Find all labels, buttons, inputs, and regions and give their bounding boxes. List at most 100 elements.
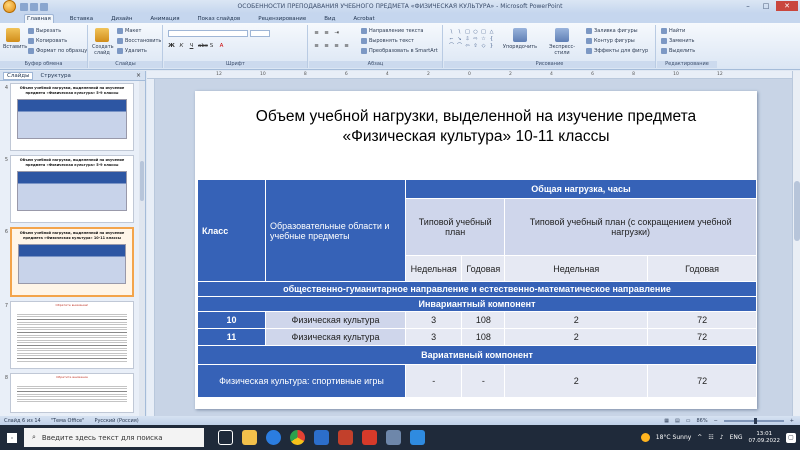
- zoom-level[interactable]: 86%: [696, 418, 707, 424]
- slide-thumbnail-4[interactable]: 4 Объем учебной нагрузки, выделенной на …: [0, 83, 140, 151]
- italic-icon[interactable]: К: [178, 43, 185, 50]
- header-class: Класс: [197, 179, 266, 282]
- slideshow-view-icon[interactable]: ▭: [686, 418, 691, 424]
- slide-counter: Слайд 6 из 14: [4, 417, 41, 424]
- slide-canvas[interactable]: Объем учебной нагрузки, выделенной на из…: [195, 91, 757, 409]
- select-button[interactable]: Выделить: [661, 48, 695, 54]
- delete-slide-button[interactable]: Удалить: [117, 48, 147, 54]
- replace-button[interactable]: Заменить: [661, 38, 695, 44]
- group-slides: Создать слайд Макет Восстановить Удалить…: [89, 25, 163, 68]
- align-left-icon[interactable]: ≡: [313, 43, 320, 50]
- align-right-icon[interactable]: ≡: [333, 43, 340, 50]
- tab-review[interactable]: Рецензирование: [256, 15, 308, 23]
- slide-thumbnail-8[interactable]: 8 Обратите внимание: [0, 373, 140, 413]
- zoom-in-icon[interactable]: +: [790, 418, 794, 424]
- new-slide-button[interactable]: Создать слайд: [92, 28, 114, 56]
- format-painter-button[interactable]: Формат по образцу: [28, 48, 87, 54]
- smartart-button[interactable]: Преобразовать в SmartArt: [361, 48, 438, 54]
- zoom-out-icon[interactable]: −: [714, 418, 718, 424]
- find-button[interactable]: Найти: [661, 28, 685, 34]
- strike-icon[interactable]: abc: [198, 43, 208, 50]
- font-family-select[interactable]: [168, 30, 248, 37]
- shape-outline-button[interactable]: Контур фигуры: [586, 38, 635, 44]
- paste-button[interactable]: Вставить: [3, 28, 27, 50]
- slide-title[interactable]: Объем учебной нагрузки, выделенной на из…: [195, 107, 757, 147]
- variative-row: Вариативный компонент: [197, 345, 757, 365]
- group-drawing: \ \ □ ○ □ △ ⌐ ↘ ⇩ ⇨ ☆{ ⌒ ⌒ ⇦ ⇧ ◇} Упорядочить Экспрес…: [444, 25, 656, 68]
- tab-home[interactable]: Главная: [24, 14, 54, 23]
- edge-icon[interactable]: [266, 430, 281, 445]
- close-button[interactable]: ✕: [776, 1, 798, 11]
- font-color-icon[interactable]: A: [218, 43, 225, 50]
- app-icon[interactable]: [386, 430, 401, 445]
- tab-design[interactable]: Дизайн: [109, 15, 134, 23]
- slides-panel-scrollbar[interactable]: [139, 81, 145, 416]
- language-indicator[interactable]: Русский (Россия): [94, 418, 138, 424]
- bold-icon[interactable]: Ж: [168, 43, 175, 50]
- arrange-button[interactable]: Упорядочить: [500, 28, 540, 50]
- tab-slideshow[interactable]: Показ слайдов: [196, 15, 243, 23]
- taskbar-search[interactable]: ⌕ Введите здесь текст для поиска: [24, 428, 204, 447]
- tab-animation[interactable]: Анимация: [148, 15, 181, 23]
- shadow-icon[interactable]: S: [208, 43, 215, 50]
- tab-slides[interactable]: Слайды: [3, 71, 34, 80]
- mail-icon[interactable]: [410, 430, 425, 445]
- align-center-icon[interactable]: ≡: [323, 43, 330, 50]
- cut-button[interactable]: Вырезать: [28, 28, 61, 34]
- reset-button[interactable]: Восстановить: [117, 38, 161, 44]
- minimize-button[interactable]: –: [740, 1, 756, 11]
- tab-insert[interactable]: Вставка: [68, 15, 95, 23]
- quick-styles-button[interactable]: Экспресс-стили: [542, 28, 582, 56]
- slide-thumbnail-6[interactable]: 6 Объем учебной нагрузки, выделенной на …: [0, 227, 140, 297]
- start-button[interactable]: [0, 425, 24, 450]
- justify-icon[interactable]: ≡: [343, 43, 350, 50]
- ribbon-tabs: Главная Вставка Дизайн Анимация Показ сл…: [0, 13, 800, 23]
- clock[interactable]: 13:01 07.09.2022: [749, 431, 781, 445]
- reset-icon: [117, 38, 123, 44]
- tab-view[interactable]: Вид: [322, 15, 337, 23]
- align-text-button[interactable]: Выровнять текст: [361, 38, 414, 44]
- zoom-slider[interactable]: [723, 417, 784, 424]
- ribbon: Вставить Вырезать Копировать Формат по о…: [0, 23, 800, 70]
- bullets-icon[interactable]: ≡: [313, 30, 320, 37]
- shape-fill-button[interactable]: Заливка фигуры: [586, 28, 638, 34]
- numbering-icon[interactable]: ≡: [323, 30, 330, 37]
- sorter-view-icon[interactable]: ▤: [675, 418, 680, 424]
- word-icon[interactable]: [314, 430, 329, 445]
- font-size-select[interactable]: [250, 30, 270, 37]
- normal-view-icon[interactable]: ▦: [664, 418, 669, 424]
- copy-button[interactable]: Копировать: [28, 38, 67, 44]
- editor-scrollbar[interactable]: [792, 71, 800, 416]
- notifications-icon[interactable]: ▢: [786, 432, 796, 443]
- file-explorer-icon[interactable]: [242, 430, 257, 445]
- indent-icon[interactable]: ⇥: [333, 30, 340, 37]
- shapes-gallery[interactable]: \ \ □ ○ □ △ ⌐ ↘ ⇩ ⇨ ☆{ ⌒ ⌒ ⇦ ⇧ ◇}: [448, 29, 495, 49]
- powerpoint-icon[interactable]: [338, 430, 353, 445]
- group-clipboard: Вставить Вырезать Копировать Формат по о…: [0, 25, 88, 68]
- close-icon[interactable]: ×: [136, 72, 141, 79]
- text-direction-button[interactable]: Направление текста: [361, 28, 423, 34]
- keyboard-language[interactable]: ENG: [730, 434, 743, 441]
- acrobat-icon[interactable]: [362, 430, 377, 445]
- search-icon: ⌕: [32, 433, 36, 441]
- slide-thumbnail-5[interactable]: 5 Объем учебной нагрузки, выделенной на …: [0, 155, 140, 223]
- status-bar: Слайд 6 из 14 "Тема Office" Русский (Рос…: [0, 416, 800, 425]
- maximize-button[interactable]: □: [758, 1, 774, 11]
- select-icon: [661, 48, 667, 54]
- title-bar: ОСОБЕННОСТИ ПРЕПОДАВАНИЯ УЧЕБНОГО ПРЕДМЕ…: [0, 0, 800, 13]
- tab-outline[interactable]: Структура: [37, 73, 73, 79]
- weather-text[interactable]: 18°C Sunny: [656, 434, 692, 441]
- header-standard-plan: Типовой учебный план: [404, 198, 506, 256]
- load-table[interactable]: Класс Образовательные области и учебные …: [197, 179, 757, 398]
- network-icon[interactable]: ☷: [708, 434, 713, 441]
- shape-effects-button[interactable]: Эффекты для фигур: [586, 48, 648, 54]
- tab-acrobat[interactable]: Acrobat: [351, 15, 376, 23]
- task-view-icon[interactable]: [218, 430, 233, 445]
- slide-thumbnail-7[interactable]: 7 Обратите внимание!: [0, 301, 140, 369]
- underline-icon[interactable]: Ч: [188, 43, 195, 50]
- volume-icon[interactable]: ♪: [720, 434, 724, 441]
- layout-button[interactable]: Макет: [117, 28, 141, 34]
- group-paragraph: ≡ ≡ ⇥ ≡ ≡ ≡ ≡ Направление текста Выровня…: [309, 25, 443, 68]
- tray-chevron-icon[interactable]: ^: [697, 434, 702, 441]
- chrome-icon[interactable]: [290, 430, 305, 445]
